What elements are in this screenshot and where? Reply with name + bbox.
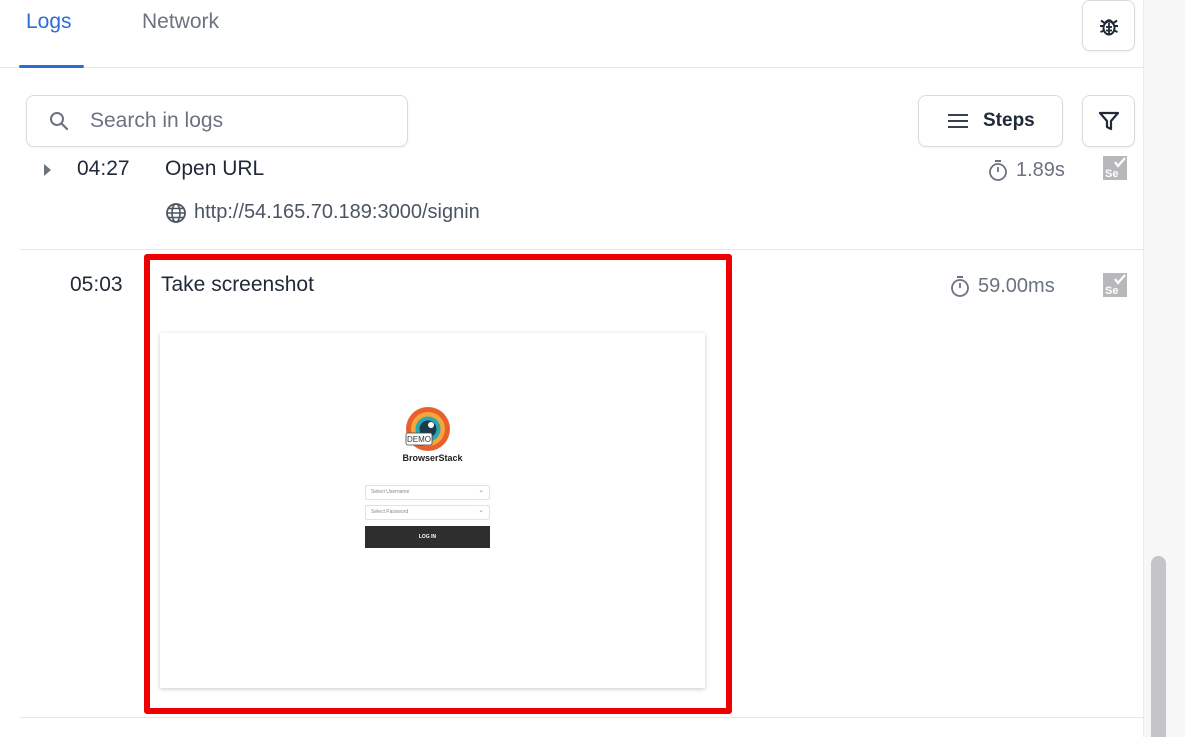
logs-panel: Logs Network Steps bbox=[0, 0, 1143, 737]
log-time: 04:27 bbox=[77, 157, 130, 180]
bug-icon bbox=[1099, 18, 1118, 35]
brand-name: BrowserStack bbox=[402, 453, 463, 463]
filter-icon bbox=[1098, 111, 1119, 131]
login-button: LOG IN bbox=[365, 526, 490, 548]
log-url: http://54.165.70.189:3000/signin bbox=[165, 201, 480, 224]
menu-lines-icon bbox=[948, 114, 968, 128]
log-duration-text: 1.89s bbox=[1016, 158, 1065, 181]
stopwatch-icon bbox=[951, 276, 969, 297]
debug-button[interactable] bbox=[1082, 0, 1135, 51]
log-url-text: http://54.165.70.189:3000/signin bbox=[194, 201, 480, 223]
expand-caret-icon[interactable] bbox=[44, 164, 51, 176]
log-duration: 59.00ms bbox=[949, 274, 1055, 298]
steps-button-label: Steps bbox=[983, 110, 1035, 131]
tab-network[interactable]: Network bbox=[142, 10, 219, 34]
log-title: Take screenshot bbox=[161, 273, 314, 296]
search-icon bbox=[50, 112, 69, 131]
steps-button[interactable]: Steps bbox=[918, 95, 1063, 147]
tab-logs[interactable]: Logs bbox=[26, 10, 72, 34]
password-select: Select Password bbox=[365, 504, 490, 520]
svg-text:Se: Se bbox=[1105, 168, 1118, 180]
screenshot-thumbnail[interactable]: DEMO BrowserStack Select Username Select… bbox=[160, 333, 705, 688]
stopwatch-icon bbox=[989, 160, 1007, 181]
log-time: 05:03 bbox=[70, 273, 123, 296]
log-duration-text: 59.00ms bbox=[978, 274, 1055, 297]
selenium-icon: Se bbox=[1103, 273, 1127, 297]
log-duration: 1.89s bbox=[987, 158, 1065, 182]
log-entry[interactable]: 04:27 Open URL http://54.165.70.189:3000… bbox=[20, 148, 1143, 250]
search-box[interactable] bbox=[26, 95, 408, 147]
log-title: Open URL bbox=[165, 157, 265, 180]
scrollbar-thumb[interactable] bbox=[1151, 556, 1166, 737]
filter-button[interactable] bbox=[1082, 95, 1135, 147]
tab-bar: Logs Network bbox=[0, 0, 1143, 68]
active-tab-indicator bbox=[19, 65, 84, 68]
browserstack-logo-icon: DEMO bbox=[405, 407, 450, 451]
logo-badge: DEMO bbox=[407, 435, 431, 444]
svg-text:Se: Se bbox=[1105, 285, 1118, 297]
username-select: Select Username bbox=[365, 484, 490, 500]
search-input[interactable] bbox=[90, 109, 370, 133]
globe-icon bbox=[166, 202, 186, 223]
selenium-icon: Se bbox=[1103, 156, 1127, 180]
